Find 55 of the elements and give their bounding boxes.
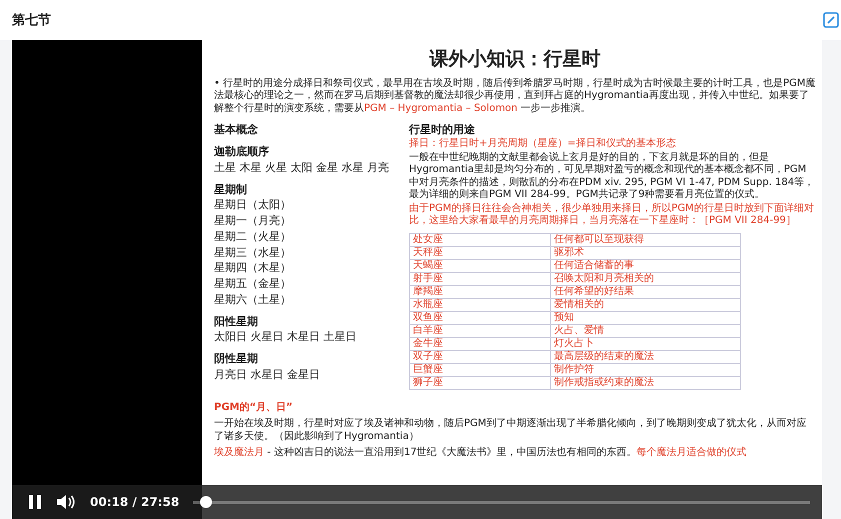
table-cell: 制作护符 <box>550 364 740 376</box>
section-line: 土星 木星 火星 太阳 金星 水星 月亮 <box>214 160 390 174</box>
playback-time: 00:18 / 27:58 <box>90 495 180 509</box>
progress-handle[interactable] <box>200 496 212 508</box>
table-cell-text: 双子座 <box>412 350 444 362</box>
section-heading: 迦勒底顺序 <box>214 145 270 159</box>
table-cell-text: 巨蟹座 <box>412 364 444 376</box>
table-cell-text: 摩羯座 <box>412 286 444 298</box>
table-cell: 召唤太阳和月亮相关的 <box>550 272 740 284</box>
table-cell: 灯火占卜 <box>550 338 740 350</box>
table-cell-text: 射手座 <box>412 272 444 284</box>
progress-track[interactable] <box>193 496 810 508</box>
section-line: 星期五（金星） <box>214 277 292 291</box>
table-cell-text: 狮子座 <box>412 376 444 388</box>
table-cell: 任何都可以至现获得 <box>550 234 740 246</box>
lesson-title: 第七节 <box>12 12 51 29</box>
table-cell-text: 双鱼座 <box>412 312 444 324</box>
paragraph: 由于PGM的择日往往会合神相关，很少单独用来择日，所以PGM的行星日时放到下面详细对比，这里给大家看最早的月亮周期择日，当月亮落在一下星座时：［PGM VII 284-99］ <box>409 202 815 228</box>
table-cell-text: 天秤座 <box>412 246 444 258</box>
table-cell-text: 白羊座 <box>412 324 444 336</box>
pgm-paragraph: 一开始在埃及时期，行星时对应了埃及诸神和动物，随后PGM到了中期逐渐出现了半希腊化倾向，到了晚期则变成了犹太化，从而对应了诸多天使。（因此影响到了Hygromantia） <box>214 418 808 443</box>
section-line: 星期四（木星） <box>214 261 292 275</box>
section-heading: 星期制 <box>214 182 248 196</box>
section-line: 星期日（太阳） <box>214 198 292 212</box>
table-cell-text: 金牛座 <box>412 338 444 350</box>
paragraph: 一般在中世纪晚期的文献里都会说上玄月是好的目的，下玄月就是坏的目的，但是Hygromantia里却是均匀分布的，可见早期对盈亏的概念和现代的基本概念都不同，PGM中对月亮条件的描述，则散乱的分布在PDM xiv. 295, PGM VI 1-47, PDM Supp. 184等，最为详细的则来自PGM VII 284-99。PGM共记录了9种需要看月亮位置的仪式。 <box>409 152 816 202</box>
section-heading: 阳性星期 <box>214 314 259 328</box>
section-line: 星期一（月亮） <box>214 214 292 228</box>
table-cell: 任何适合储蓄的事 <box>550 260 740 272</box>
table-cell: 预知 <box>550 312 740 324</box>
table-cell: 任何希望的好结果 <box>550 286 740 298</box>
table-cell: 驱邪术 <box>550 246 740 258</box>
section-heading: 阴性星期 <box>214 352 259 366</box>
paragraph: 择日：行星日时+月亮周期（星座）=择日和仪式的基本形态 <box>409 138 677 150</box>
section-line: 月亮日 水星日 金星日 <box>214 368 321 382</box>
table-cell: 火占、爱情 <box>550 324 740 336</box>
bottom-line: 埃及魔法月 - 这种凶吉日的说法一直沿用到17世纪《大魔法书》里，中国历法也有相同的东西。每个魔法月适合做的仪式 <box>214 447 748 460</box>
table-cell-text: 天蝎座 <box>412 260 444 272</box>
section-line: 星期六（土星） <box>214 292 292 306</box>
section-line: 星期三（水星） <box>214 246 292 260</box>
intro-paragraph: • 行星时的用途分成择日和祭司仪式，最早用在古埃及时期，随后传到希腊罗马时期，行星时成为古时候最主要的计时工具，也是PGM魔法最核心的理论之一，然而在罗马后期到基督教的魔法却很少再使用，直到拜占庭的Hygromantia再度出现，并传入中世纪。如果要了解整个行星时的演变系统，需要从PGM – Hygromantia – Solomon 一步一步推演。 <box>214 78 816 116</box>
slide-title: 课外小知识：行星时 <box>428 48 602 72</box>
table-cell: 制作戒指或约束的魔法 <box>550 376 740 388</box>
table-cell-text: 处女座 <box>412 234 444 246</box>
section-line: 太阳日 火星日 木星日 土星日 <box>214 330 358 344</box>
section-line: 星期二（火星） <box>214 230 292 244</box>
table-cell-text: 水瓶座 <box>412 298 444 310</box>
section-heading: 行星时的用途 <box>409 123 476 137</box>
table-cell: 最高层级的结束的魔法 <box>550 350 740 362</box>
section-heading: 基本概念 <box>214 123 259 137</box>
pgm-heading: PGM的“月、日” <box>214 402 294 414</box>
volume-button[interactable] <box>56 494 76 510</box>
table-cell: 爱情相关的 <box>550 298 740 310</box>
edit-icon[interactable] <box>823 12 839 28</box>
pause-button[interactable] <box>28 494 42 510</box>
